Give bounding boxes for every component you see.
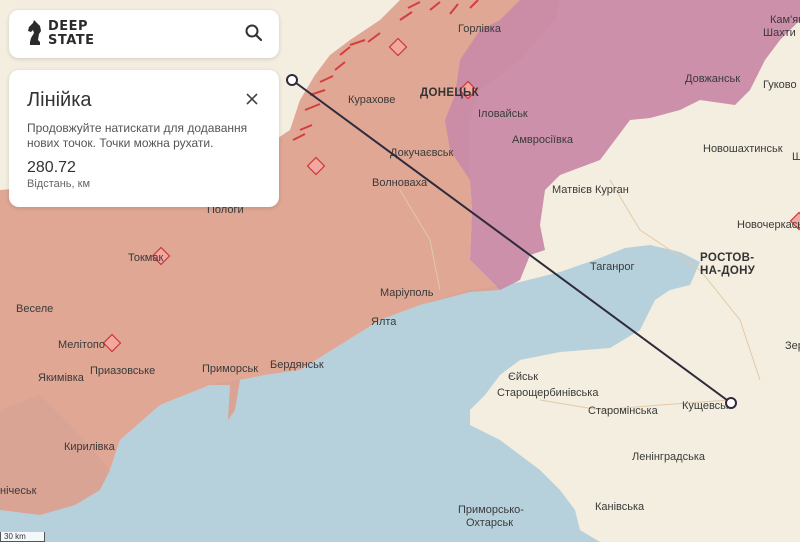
place-donetsk: ДОНЕЦЬК — [420, 87, 480, 99]
place-novocherkassk: Новочеркаськ — [737, 219, 800, 231]
ruler-title: Лінійка — [27, 89, 92, 111]
place-amvrosiivka: Амвросіївка — [512, 134, 574, 146]
ruler-distance-label: Відстань, км — [27, 178, 91, 190]
logo-text-line2: STATE — [48, 33, 95, 48]
logo-text-line1: DEEP — [48, 19, 89, 34]
place-mariupol: Маріуполь — [380, 287, 434, 299]
place-dovzhansk: Довжанськ — [685, 73, 740, 85]
scale-bar: 30 km — [0, 532, 45, 542]
place-yalta: Ялта — [371, 316, 397, 328]
place-matviiv-kurhan: Матвієв Курган — [552, 184, 629, 196]
top-bar: DEEP STATE — [9, 10, 279, 58]
place-prymorsko-1: Приморсько- — [458, 504, 524, 516]
search-icon — [245, 24, 263, 42]
ruler-panel: Лінійка Продовжуйте натискати для додава… — [9, 70, 279, 207]
place-melitopol: Мелітопо — [58, 339, 105, 351]
chess-knight-icon — [28, 20, 41, 45]
place-starominska: Старомінська — [588, 405, 659, 417]
place-kamianskyi: Кам'янськ- — [770, 14, 800, 26]
place-rostov-1: РОСТОВ- — [700, 252, 754, 264]
place-tokmak: Токмак — [128, 252, 163, 264]
place-kyrylivka: Кирилівка — [64, 441, 116, 453]
place-yakymivka: Якимівка — [38, 372, 85, 384]
place-berdiansk: Бердянськ — [270, 359, 324, 371]
place-kanivska: Канівська — [595, 501, 645, 513]
place-hukovo: Гуково — [763, 79, 797, 91]
place-ilovaisk: Іловайськ — [478, 108, 528, 120]
search-button[interactable] — [243, 22, 265, 44]
close-button[interactable] — [245, 92, 259, 106]
place-tahanrih: Таганрог — [590, 261, 635, 273]
place-rostov-2: НА-ДОНУ — [700, 265, 756, 277]
ruler-distance-value: 280.72 — [27, 159, 76, 176]
close-icon — [246, 93, 258, 105]
place-pryazovske: Приазовське — [90, 365, 155, 377]
logo[interactable]: DEEP STATE — [27, 18, 107, 50]
place-dokuchaievsk: Докучаєвськ — [390, 147, 454, 159]
place-henichesk: нічеськ — [0, 485, 37, 497]
place-horlivka: Горлівка — [458, 23, 502, 35]
ruler-hint: Продовжуйте натискати для додавання нови… — [27, 121, 248, 150]
place-starotsherbynivska: Старощербинівська — [497, 387, 599, 399]
place-kushchevska: Кущевськ — [682, 400, 731, 412]
logo-text: DEEP STATE — [48, 20, 95, 48]
ruler-point-end[interactable] — [725, 397, 737, 409]
place-kurakhove: Курахове — [348, 94, 395, 106]
place-shakhty: Шахти — [763, 27, 796, 39]
place-vesele: Веселе — [16, 303, 53, 315]
place-prymorsko-2: Охтарськ — [466, 517, 513, 529]
place-zernohrad: Зер — [785, 340, 800, 352]
place-shakhtarsk-prefix: Ш — [792, 151, 800, 163]
ruler-point-start[interactable] — [286, 74, 298, 86]
place-volnovakha: Волноваха — [372, 177, 428, 189]
place-prymorsk: Приморськ — [202, 363, 258, 375]
place-novoshakhtynsk: Новошахтинськ — [703, 143, 783, 155]
place-leninhradska: Ленінградська — [632, 451, 706, 463]
place-yeisk: Єйськ — [508, 371, 538, 383]
